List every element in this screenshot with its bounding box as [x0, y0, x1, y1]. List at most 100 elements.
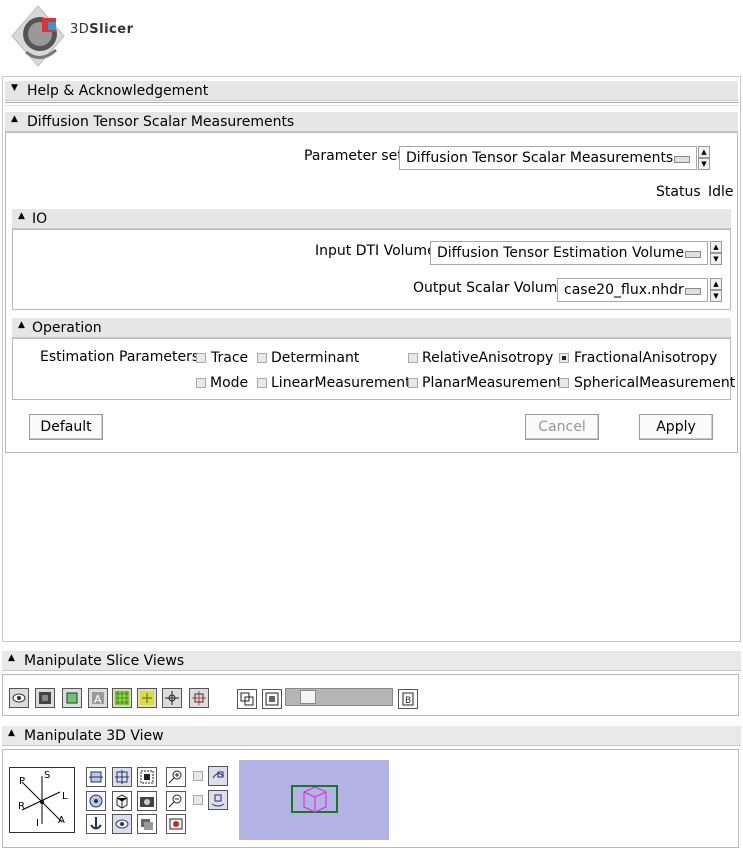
collapse-triangle-icon: ▼: [11, 83, 18, 93]
stereo-icon[interactable]: [137, 814, 157, 834]
expand-triangle-icon: ▲: [18, 320, 25, 330]
link-slices-icon[interactable]: [237, 689, 257, 709]
input-dti-combo[interactable]: Diffusion Tensor Estimation Volume: [430, 241, 708, 265]
planar-measurement-checkbox[interactable]: [408, 378, 418, 388]
linear-measurement-label: LinearMeasurement: [271, 375, 411, 391]
trace-label: Trace: [211, 350, 249, 366]
io-section-header[interactable]: ▲ IO: [12, 209, 731, 229]
slice-views-header[interactable]: ▲ Manipulate Slice Views: [2, 651, 741, 671]
spherical-measurement-label: SphericalMeasurement: [574, 375, 736, 391]
help-divider: [5, 102, 738, 106]
spin-checkbox[interactable]: [193, 771, 203, 781]
app-name-slicer: Slicer: [89, 22, 134, 37]
expand-triangle-icon: ▲: [8, 653, 15, 663]
zoom-out-icon[interactable]: [166, 791, 186, 811]
spin-down-icon[interactable]: ▼: [710, 253, 722, 265]
orient-r[interactable]: R: [18, 801, 25, 812]
move-slice-icon[interactable]: [189, 688, 209, 708]
spin-up-icon[interactable]: ▲: [698, 146, 710, 158]
mode-checkbox[interactable]: [196, 378, 206, 388]
grid-icon[interactable]: [112, 688, 132, 708]
relative-anisotropy-label: RelativeAnisotropy: [422, 350, 554, 366]
input-dti-label: Input DTI Volume: [315, 243, 436, 259]
app-name: 3DSlicer: [70, 22, 134, 37]
relative-anisotropy-checkbox[interactable]: [408, 353, 418, 363]
roll-icon[interactable]: [86, 814, 106, 834]
orient-s[interactable]: S: [44, 770, 50, 781]
spin-up-icon[interactable]: ▲: [710, 278, 722, 290]
orient-l[interactable]: L: [62, 791, 68, 802]
fiducial-visibility-icon[interactable]: [9, 688, 29, 708]
determinant-checkbox[interactable]: [257, 353, 267, 363]
io-title: IO: [32, 211, 48, 227]
parameter-set-value: Diffusion Tensor Scalar Measurements: [406, 150, 674, 166]
cube-view-icon[interactable]: [112, 791, 132, 811]
estimation-parameters-label: Estimation Parameters: [40, 349, 200, 365]
help-section-header[interactable]: ▼ Help & Acknowledgement: [5, 81, 738, 101]
trace-checkbox[interactable]: [196, 353, 206, 363]
slice-views-title: Manipulate Slice Views: [24, 653, 185, 669]
center-view-icon[interactable]: [112, 767, 132, 787]
svg-text:B: B: [405, 696, 411, 706]
volume-bounding-box-icon: [291, 785, 338, 813]
operation-title: Operation: [32, 320, 102, 336]
slider-handle[interactable]: [300, 690, 316, 704]
operation-section-header[interactable]: ▲ Operation: [12, 318, 731, 338]
output-scalar-combo[interactable]: case20_flux.nhdr: [557, 278, 708, 302]
default-button[interactable]: Default: [29, 414, 103, 440]
orient-p[interactable]: P: [19, 776, 25, 787]
slicer-logo-icon: [11, 5, 65, 67]
spin-down-icon[interactable]: ▼: [698, 158, 710, 170]
parameter-set-combo[interactable]: Diffusion Tensor Scalar Measurements: [399, 146, 697, 170]
view-3d-title: Manipulate 3D View: [24, 728, 164, 744]
slice-opacity-slider[interactable]: [285, 688, 393, 706]
spin-up-icon[interactable]: ▲: [710, 241, 722, 253]
combo-indicator-icon: [685, 251, 701, 258]
slice-stack-icon[interactable]: [62, 688, 82, 708]
orient-i[interactable]: I: [36, 818, 39, 829]
output-scalar-spinner[interactable]: ▲ ▼: [710, 278, 722, 302]
output-scalar-value: case20_flux.nhdr: [564, 282, 684, 298]
help-section-title: Help & Acknowledgement: [27, 83, 209, 99]
spherical-measurement-checkbox[interactable]: [559, 378, 569, 388]
screenshot-icon[interactable]: [137, 791, 157, 811]
status-label: Status: [656, 184, 701, 200]
module-section-header[interactable]: ▲ Diffusion Tensor Scalar Measurements: [5, 112, 738, 132]
slice-info-icon[interactable]: B: [398, 689, 418, 709]
mode-label: Mode: [210, 375, 249, 391]
linear-measurement-checkbox[interactable]: [257, 378, 267, 388]
parameter-set-label: Parameter set: [304, 148, 403, 164]
pitch-icon[interactable]: [86, 767, 106, 787]
record-icon[interactable]: [166, 814, 186, 834]
combo-indicator-icon: [674, 156, 690, 163]
view-3d-thumbnail[interactable]: [239, 760, 389, 840]
status-value: Idle: [708, 184, 734, 200]
expand-triangle-icon: ▲: [8, 728, 15, 738]
reset-focal-icon[interactable]: [137, 767, 157, 787]
module-title: Diffusion Tensor Scalar Measurements: [27, 114, 295, 130]
crosshair-icon[interactable]: [162, 688, 182, 708]
visibility-toggle-icon[interactable]: [112, 814, 132, 834]
view-3d-header[interactable]: ▲ Manipulate 3D View: [2, 726, 741, 746]
app-name-3d: 3D: [70, 22, 90, 37]
rock-checkbox[interactable]: [193, 795, 203, 805]
cancel-button[interactable]: Cancel: [525, 414, 599, 440]
svg-text:A: A: [94, 693, 102, 706]
slice-layout-icon[interactable]: [35, 688, 55, 708]
crosshair-color-icon[interactable]: [137, 688, 157, 708]
parameter-set-spinner[interactable]: ▲ ▼: [698, 146, 710, 170]
fractional-anisotropy-checkbox[interactable]: [559, 353, 569, 363]
zoom-in-icon[interactable]: [166, 767, 186, 787]
fractional-anisotropy-label: FractionalAnisotropy: [574, 350, 718, 366]
rock-view-icon[interactable]: [208, 790, 228, 810]
planar-measurement-label: PlanarMeasurement: [422, 375, 563, 391]
orientation-widget[interactable]: P S R L I A: [9, 767, 75, 833]
annotation-label-icon[interactable]: A: [88, 688, 108, 708]
spin-down-icon[interactable]: ▼: [710, 290, 722, 302]
orient-a[interactable]: A: [58, 815, 65, 826]
yaw-icon[interactable]: [86, 791, 106, 811]
apply-button[interactable]: Apply: [639, 414, 713, 440]
fit-to-window-icon[interactable]: [262, 689, 282, 709]
spin-view-icon[interactable]: [208, 766, 228, 786]
input-dti-spinner[interactable]: ▲ ▼: [710, 241, 722, 265]
